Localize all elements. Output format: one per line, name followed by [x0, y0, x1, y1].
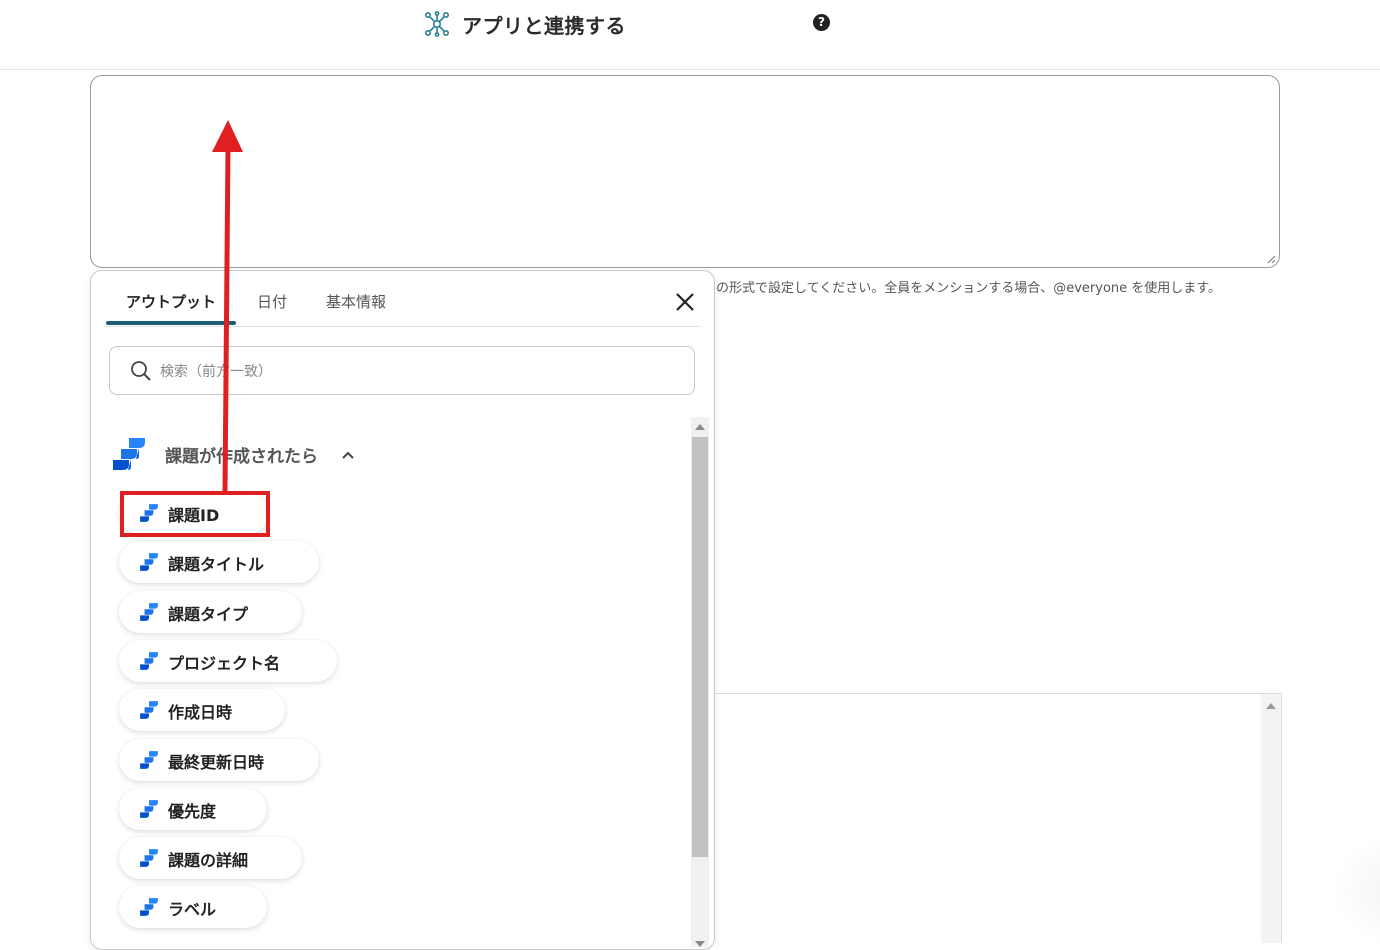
output-item-label: プロジェクト名	[168, 654, 281, 673]
scroll-up-arrow-icon[interactable]	[695, 424, 705, 430]
jira-icon	[140, 652, 158, 670]
jira-icon	[140, 701, 158, 719]
output-item-label: 課題の詳細	[168, 851, 249, 870]
output-item-label: 課題ID	[168, 506, 220, 525]
jira-icon	[113, 438, 145, 470]
trigger-section-header[interactable]: 課題が作成されたら	[111, 434, 371, 474]
page-title: アプリと連携する	[462, 14, 626, 38]
output-item-chip[interactable]: 作成日時	[119, 689, 285, 731]
output-item-chip[interactable]: 優先度	[119, 788, 267, 830]
output-item-label: 優先度	[168, 802, 217, 821]
active-tab-indicator	[106, 321, 236, 325]
mention-hint-text: の形式で設定してください。全員をメンションする場合、@everyone を使用し…	[716, 281, 1221, 296]
output-item-label: 課題タイトル	[168, 555, 265, 574]
jira-icon	[140, 603, 158, 621]
search-field[interactable]	[109, 346, 695, 395]
output-item-chip[interactable]: 課題の詳細	[119, 837, 302, 879]
output-item-label: ラベル	[168, 900, 217, 919]
tab-bar: アウトプット 日付 基本情報	[106, 271, 701, 327]
jira-icon	[140, 504, 158, 522]
section-title: 課題が作成されたら	[165, 447, 318, 467]
jira-icon	[140, 800, 158, 818]
tab-basic-info[interactable]: 基本情報	[326, 291, 386, 312]
output-item-label: 作成日時	[168, 703, 233, 722]
jira-icon	[140, 751, 158, 769]
output-item-label: 最終更新日時	[168, 753, 265, 772]
output-picker-popup: アウトプット 日付 基本情報 課題が作成されたら 課題ID 課題タイトル課題タイプ…	[90, 270, 715, 950]
jira-icon	[140, 849, 158, 867]
resize-grip-icon[interactable]	[1267, 255, 1276, 264]
search-icon	[131, 361, 151, 381]
corner-shadow	[1330, 830, 1380, 950]
output-item-chip[interactable]: 課題タイトル	[119, 541, 319, 583]
chevron-up-icon[interactable]	[341, 448, 355, 462]
jira-icon	[140, 553, 158, 571]
search-input[interactable]	[158, 357, 662, 387]
page-header: アプリと連携する ?	[0, 0, 1380, 70]
output-item-label: 課題タイプ	[168, 605, 249, 624]
output-item-chip[interactable]: 課題ID	[119, 492, 269, 534]
close-icon[interactable]	[674, 291, 696, 313]
output-item-chip[interactable]: 課題タイプ	[119, 591, 302, 633]
output-item-chip[interactable]: 最終更新日時	[119, 739, 319, 781]
message-textarea[interactable]	[90, 75, 1280, 268]
output-item-chip[interactable]: ラベル	[119, 886, 267, 928]
panel-scrollbar[interactable]	[1261, 694, 1281, 943]
tab-date[interactable]: 日付	[257, 291, 287, 312]
tab-output[interactable]: アウトプット	[126, 291, 216, 312]
popup-scrollbar[interactable]	[691, 417, 709, 947]
scrollbar-thumb[interactable]	[692, 437, 708, 857]
jira-icon	[140, 898, 158, 916]
scroll-up-arrow-icon[interactable]	[1266, 703, 1276, 709]
preview-panel	[714, 693, 1282, 943]
hub-network-icon	[424, 11, 449, 37]
help-icon[interactable]: ?	[813, 14, 830, 31]
output-item-chip[interactable]: プロジェクト名	[119, 640, 337, 682]
